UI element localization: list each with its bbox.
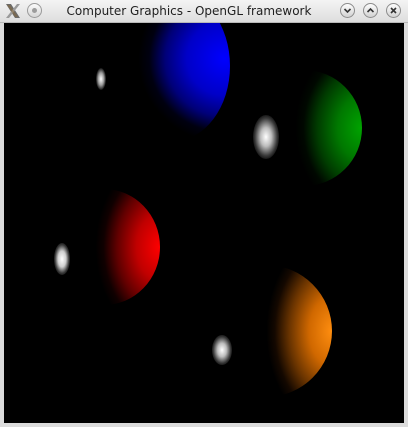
opengl-canvas[interactable] — [4, 23, 404, 423]
window-border-bottom — [0, 423, 408, 427]
window-menu-button[interactable] — [27, 3, 42, 18]
specular-highlight — [253, 115, 279, 159]
window-border-right — [404, 23, 408, 427]
orange-sphere — [200, 265, 332, 397]
specular-highlight — [54, 243, 70, 275]
window-menu-icon — [32, 8, 37, 13]
specular-highlight — [96, 68, 106, 90]
specular-highlight — [212, 335, 232, 365]
chevron-up-icon — [366, 7, 375, 13]
window-title: Computer Graphics - OpenGL framework — [66, 4, 312, 18]
title-bar[interactable]: Computer Graphics - OpenGL framework — [0, 0, 408, 23]
chevron-down-icon — [343, 8, 352, 14]
close-icon — [390, 7, 397, 14]
x-logo-icon[interactable] — [4, 2, 22, 20]
blue-sphere — [117, 23, 230, 141]
maximize-button[interactable] — [363, 3, 378, 18]
application-window: Computer Graphics - OpenGL framework — [0, 0, 408, 427]
minimize-button[interactable] — [340, 3, 355, 18]
close-button[interactable] — [386, 3, 401, 18]
